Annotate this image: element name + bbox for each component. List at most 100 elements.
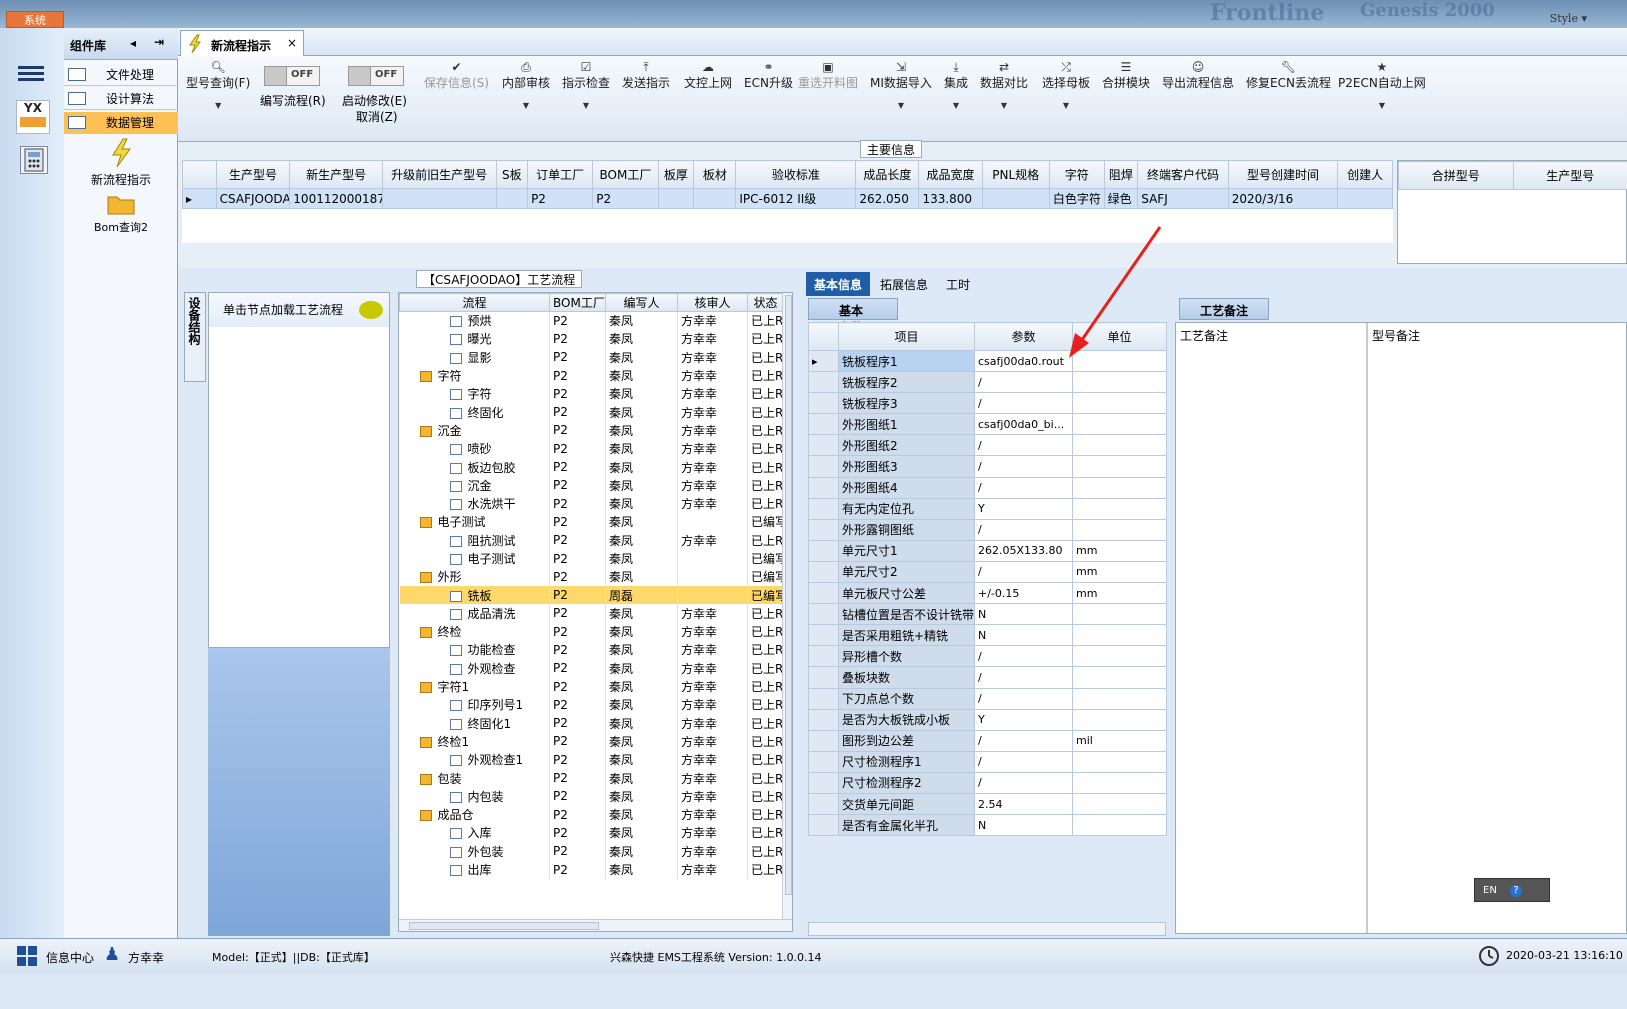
tree-node[interactable]: 外观检查1	[399, 750, 550, 769]
bom-query-launcher[interactable]: Bom查询2	[64, 192, 178, 235]
tree-row[interactable]: 阻抗测试 P2 秦凤 方幸幸 已上R	[399, 531, 784, 550]
param-value[interactable]: csafj00da0_bi...	[974, 413, 1073, 436]
grid-apps-icon[interactable]	[16, 945, 38, 967]
main-info-column-header[interactable]: 生产型号	[215, 160, 291, 189]
main-info-column-header[interactable]: 字符	[1048, 160, 1105, 189]
tree-node[interactable]: 喷砂	[399, 439, 550, 458]
tree-column-header[interactable]: 核审人	[677, 293, 748, 312]
tab-extended-info[interactable]: 拓展信息	[872, 272, 936, 296]
data-compare-button[interactable]: ⇄ 数据对比 ▼	[980, 60, 1028, 110]
main-info-column-header[interactable]: 型号创建时间	[1227, 160, 1339, 189]
param-row[interactable]: 尺寸检测程序1/	[808, 750, 1167, 773]
tree-node[interactable]: 终检	[399, 622, 550, 641]
nav-item-file-processing[interactable]: 文件处理	[64, 64, 178, 86]
export-process-info-button[interactable]: ☺ 导出流程信息	[1162, 60, 1234, 91]
fix-ecn-lost-process-button[interactable]: 🔧︎ 修复ECN丢流程	[1246, 60, 1331, 91]
merge-grid-column-header[interactable]: 生产型号	[1512, 161, 1627, 190]
tree-horizontal-scrollbar[interactable]	[399, 919, 792, 931]
main-info-column-header[interactable]: 验收标准	[735, 160, 857, 189]
tree-row[interactable]: 铣板 P2 周磊 已编写	[399, 585, 784, 605]
mi-data-import-button[interactable]: ⇲ MI数据导入 ▼	[870, 60, 932, 110]
tree-row[interactable]: 出库 P2 秦凤 方幸幸 已上R	[399, 860, 784, 879]
integrate-button[interactable]: ⤓ 集成 ▼	[944, 60, 968, 110]
tree-row[interactable]: 沉金 P2 秦凤 方幸幸 已上R	[399, 476, 784, 495]
param-row[interactable]: 钻槽位置是否不设计铣带 N	[808, 603, 1167, 626]
param-value[interactable]: /	[974, 371, 1073, 394]
tree-node[interactable]: 入库	[399, 823, 550, 843]
pin-exit-icon[interactable]: ⇥	[154, 35, 164, 49]
main-info-column-header[interactable]: BOM工厂	[592, 160, 659, 189]
tree-row[interactable]: 外观检查 P2 秦凤 方幸幸 已上R	[399, 659, 784, 678]
tree-row[interactable]: 终检1 P2 秦凤 方幸幸 已上R	[399, 732, 784, 751]
tree-node[interactable]: 阻抗测试	[399, 531, 550, 550]
tree-node[interactable]: 电子测试	[399, 549, 550, 568]
tree-column-header[interactable]: BOM工厂	[549, 293, 606, 312]
tree-node[interactable]: 终固化	[399, 402, 550, 422]
tree-node[interactable]: 显影	[399, 348, 550, 367]
tree-row[interactable]: 终固化1 P2 秦凤 方幸幸 已上R	[399, 714, 784, 733]
tree-row[interactable]: 内包装 P2 秦凤 方幸幸 已上R	[399, 787, 784, 806]
tree-column-header[interactable]: 流程	[399, 293, 550, 312]
close-tab-icon[interactable]: ×	[287, 36, 297, 50]
tree-row[interactable]: 包装 P2 秦凤 方幸幸 已上R	[399, 768, 784, 788]
param-row[interactable]: 外形图纸1 csafj00da0_bi...	[808, 413, 1167, 436]
main-info-column-header[interactable]: 板厚	[657, 160, 695, 189]
tree-node[interactable]: 水洗烘干	[399, 494, 550, 513]
tree-column-header[interactable]: 编写人	[605, 293, 678, 312]
tab-new-process[interactable]: 新流程指示 ×	[180, 30, 304, 56]
param-row[interactable]: 是否采用粗铣+精铣 N	[808, 624, 1167, 647]
param-value[interactable]: csafj00da0.rout	[974, 349, 1073, 373]
p2ecn-auto-online-button[interactable]: ★ P2ECN自动上网 ▼	[1338, 60, 1426, 110]
param-value[interactable]: /	[974, 729, 1073, 752]
tree-node[interactable]: 终固化1	[399, 714, 550, 733]
param-row[interactable]: 叠板块数 /	[808, 666, 1167, 689]
tree-node[interactable]: 板边包胶	[399, 457, 550, 477]
param-value[interactable]: N	[974, 814, 1073, 837]
merge-grid-column-header[interactable]: 合拼型号	[1398, 161, 1514, 190]
tree-node[interactable]: 字符1	[399, 677, 550, 696]
param-value[interactable]: /	[974, 518, 1073, 541]
tree-node[interactable]: 电子测试	[399, 512, 550, 532]
select-motherboard-button[interactable]: ⤮ 选择母板 ▼	[1042, 60, 1090, 110]
main-info-column-header[interactable]: 成品宽度	[918, 160, 983, 189]
tree-node[interactable]: 沉金	[399, 421, 550, 440]
new-process-launcher[interactable]: 新流程指示	[64, 138, 178, 188]
main-info-column-header[interactable]: 终端客户代码	[1137, 160, 1229, 189]
param-value[interactable]: +/-0.15	[974, 582, 1073, 605]
param-row[interactable]: 交货单元间距 2.54	[808, 792, 1167, 816]
tree-node[interactable]: 印序列号1	[399, 695, 550, 715]
tree-node[interactable]: 沉金	[399, 476, 550, 495]
start-modify-toggle[interactable]: OFF	[348, 66, 404, 86]
tree-row[interactable]: 印序列号1 P2 秦凤 方幸幸 已上R	[399, 695, 784, 715]
tree-row[interactable]: 功能检查 P2 秦凤 方幸幸 已上R	[399, 640, 784, 660]
tree-column-header[interactable]: 状态	[747, 293, 784, 312]
tree-row[interactable]: 成品清洗 P2 秦凤 方幸幸 已上R	[399, 604, 784, 623]
main-info-column-header[interactable]: 创建人	[1337, 160, 1393, 189]
param-column-header[interactable]: 参数	[974, 322, 1073, 351]
cancel-modify-label[interactable]: 取消(Z)	[356, 108, 398, 125]
tree-row[interactable]: 外包装 P2 秦凤 方幸幸 已上R	[399, 842, 784, 861]
tree-row[interactable]: 曝光 P2 秦凤 方幸幸 已上R	[399, 329, 784, 349]
param-row[interactable]: 铣板程序2/	[808, 371, 1167, 394]
param-value[interactable]: N	[974, 603, 1073, 626]
tree-row[interactable]: 喷砂 P2 秦凤 方幸幸 已上R	[399, 439, 784, 458]
param-row[interactable]: 单元尺寸1 262.05X133.80 mm	[808, 539, 1167, 562]
tree-row[interactable]: 板边包胶 P2 秦凤 方幸幸 已上R	[399, 457, 784, 477]
param-value[interactable]: /	[974, 666, 1073, 689]
main-info-column-header[interactable]: 订单工厂	[527, 160, 594, 189]
tree-row[interactable]: 字符 P2 秦凤 方幸幸 已上R	[399, 366, 784, 385]
tree-row[interactable]: 沉金 P2 秦凤 方幸幸 已上R	[399, 421, 784, 440]
doc-control-online-button[interactable]: ☁ 文控上网	[684, 60, 732, 91]
param-value[interactable]: /	[974, 476, 1073, 499]
tree-row[interactable]: 外观检查1 P2 秦凤 方幸幸 已上R	[399, 750, 784, 769]
param-value[interactable]: /	[974, 687, 1073, 710]
nav-item-data-management[interactable]: 数据管理	[64, 112, 178, 134]
style-menu[interactable]: Style ▾	[1550, 12, 1587, 25]
tree-row[interactable]: 入库 P2 秦凤 方幸幸 已上R	[399, 823, 784, 843]
tree-row[interactable]: 电子测试 P2 秦凤 已编写	[399, 549, 784, 568]
tree-row[interactable]: 预烘 P2 秦凤 方幸幸 已上R	[399, 311, 784, 330]
tree-row[interactable]: 终检 P2 秦凤 方幸幸 已上R	[399, 622, 784, 641]
param-value[interactable]: N	[974, 624, 1073, 647]
tree-node[interactable]: 字符	[399, 366, 550, 385]
main-info-column-header[interactable]: 板材	[693, 160, 737, 189]
